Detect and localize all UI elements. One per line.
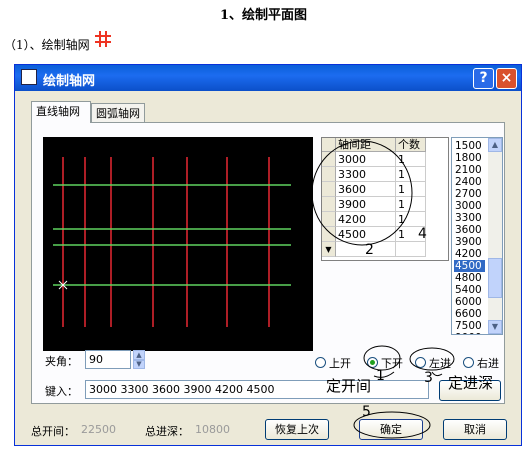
annotation-4: 4 [418, 226, 427, 242]
annotation-open-note: 定开间 [326, 377, 372, 395]
annotation-1: 1 [376, 368, 385, 384]
tab-straight-axis[interactable]: 直线轴网 [31, 101, 91, 123]
annotation-circle-left-depth [409, 347, 455, 371]
annotation-2: 2 [365, 242, 374, 258]
annotation-3: 3 [424, 370, 433, 386]
annotation-depth-note: 定进深 [448, 374, 494, 392]
annotation-5: 5 [362, 404, 371, 420]
annotation-circle-bottom-open [363, 345, 401, 371]
annotation-ellipse-table [311, 140, 413, 246]
